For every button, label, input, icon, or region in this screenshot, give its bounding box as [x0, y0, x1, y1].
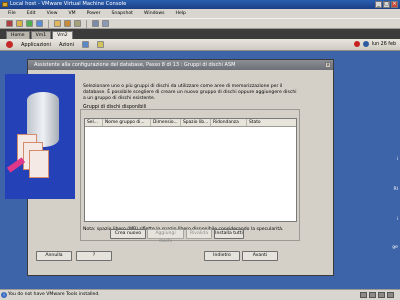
wizard-instructions: Selezionare uno o più gruppi di dischi d…	[83, 84, 297, 101]
host-title-bar: Local host - VMware Virtual Machine Cons…	[0, 0, 400, 9]
power-off-icon[interactable]	[6, 20, 13, 27]
help-button[interactable]: ?	[76, 251, 112, 261]
back-button[interactable]: Indietro	[204, 251, 240, 261]
cdrom-icon[interactable]	[369, 292, 376, 298]
network-adapter-icon[interactable]	[378, 292, 385, 298]
reset-icon[interactable]	[36, 20, 43, 27]
power-on-icon[interactable]	[26, 20, 33, 27]
menu-snapshot[interactable]: Snapshot	[112, 11, 133, 16]
menu-vm[interactable]: VM	[69, 11, 76, 16]
menu-view[interactable]: View	[47, 11, 58, 16]
panel-tray: lun 26 feb	[353, 41, 396, 47]
panel-clock[interactable]: lun 26 feb	[372, 42, 396, 47]
snapshot-manager-icon[interactable]	[74, 20, 81, 27]
update-notifier-icon[interactable]	[353, 41, 360, 47]
column-header-free-space[interactable]: Spazio lib...	[181, 119, 211, 126]
guest-top-panel: Applicazioni Azioni lun 26 feb	[0, 39, 400, 51]
host-vm-tabs: Home Vm1 Vm2	[0, 29, 400, 39]
column-header-status[interactable]: Stato	[247, 119, 296, 126]
menu-file[interactable]: File	[8, 11, 16, 16]
document-icon	[29, 150, 49, 178]
browser-launcher-icon[interactable]	[82, 41, 90, 48]
table-header: Sel... Nome gruppo di... Dimensio... Spa…	[85, 119, 296, 127]
vmware-app-icon	[2, 2, 8, 7]
column-header-select[interactable]: Sel...	[85, 119, 103, 126]
toolbar-separator	[86, 19, 87, 28]
maximize-button[interactable]: □	[383, 1, 390, 8]
host-window-controls: _ □ ×	[375, 1, 398, 8]
disk-groups-table[interactable]: Sel... Nome gruppo di... Dimensio... Spa…	[84, 118, 297, 222]
add-disks-button[interactable]: Aggiungi dischi	[147, 229, 184, 244]
desktop-icon-label[interactable]: i	[397, 157, 398, 162]
suspend-icon[interactable]	[16, 20, 23, 27]
applications-menu[interactable]: Applicazioni	[21, 42, 51, 48]
device-status-icons	[360, 292, 394, 298]
desktop-icon-label[interactable]: ge	[392, 245, 398, 250]
column-header-redundancy[interactable]: Ridondanza	[211, 119, 247, 126]
usb-icon[interactable]	[387, 292, 394, 298]
disk-groups-label: Gruppi di dischi disponibili	[83, 105, 147, 110]
install-all-button[interactable]: Installa tutti	[214, 229, 244, 239]
desktop-icon-label[interactable]: i	[397, 217, 398, 222]
next-button[interactable]: Avanti	[242, 251, 278, 261]
dialog-title: Assistente alla configurazione del datab…	[28, 60, 333, 70]
host-status-bar: i You do not have VMware Tools installed…	[0, 289, 400, 300]
hard-disk-icon[interactable]	[360, 292, 367, 298]
revert-snapshot-icon[interactable]	[64, 20, 71, 27]
host-menubar: File Edit View VM Power Snapshot Windows…	[0, 9, 400, 18]
cancel-button[interactable]: Annulla	[36, 251, 72, 261]
network-icon[interactable]	[362, 41, 369, 47]
column-header-name[interactable]: Nome gruppo di...	[103, 119, 151, 126]
host-window-title: Local host - VMware Virtual Machine Cons…	[10, 1, 127, 7]
host-toolbar	[0, 18, 400, 29]
create-new-button[interactable]: Crea nuovo	[110, 229, 146, 239]
close-button[interactable]: ×	[391, 1, 398, 8]
menu-windows[interactable]: Windows	[144, 11, 165, 16]
gnome-foot-icon[interactable]	[6, 41, 13, 48]
column-header-size[interactable]: Dimensio...	[151, 119, 181, 126]
tab-vm1[interactable]: Vm1	[30, 31, 52, 39]
toolbar-separator	[48, 19, 49, 28]
dialog-close-button[interactable]: ×	[325, 62, 331, 68]
email-launcher-icon[interactable]	[97, 41, 105, 48]
tab-vm2[interactable]: Vm2	[52, 31, 73, 39]
tab-home[interactable]: Home	[6, 31, 30, 39]
snapshot-icon[interactable]	[54, 20, 61, 27]
desktop-icon-label[interactable]: Rl	[394, 187, 398, 192]
menu-help[interactable]: Help	[176, 11, 186, 16]
fullscreen-icon[interactable]	[92, 20, 99, 27]
minimize-button[interactable]: _	[375, 1, 382, 8]
actions-menu[interactable]: Azioni	[59, 42, 74, 48]
quick-switch-icon[interactable]	[102, 20, 109, 27]
menu-edit[interactable]: Edit	[27, 11, 36, 16]
wizard-illustration	[5, 74, 75, 199]
info-icon: i	[1, 292, 7, 298]
tools-warning-text[interactable]: You do not have VMware Tools installed.	[8, 292, 100, 297]
menu-power[interactable]: Power	[87, 11, 101, 16]
refresh-button[interactable]: Rivalida	[186, 229, 212, 239]
